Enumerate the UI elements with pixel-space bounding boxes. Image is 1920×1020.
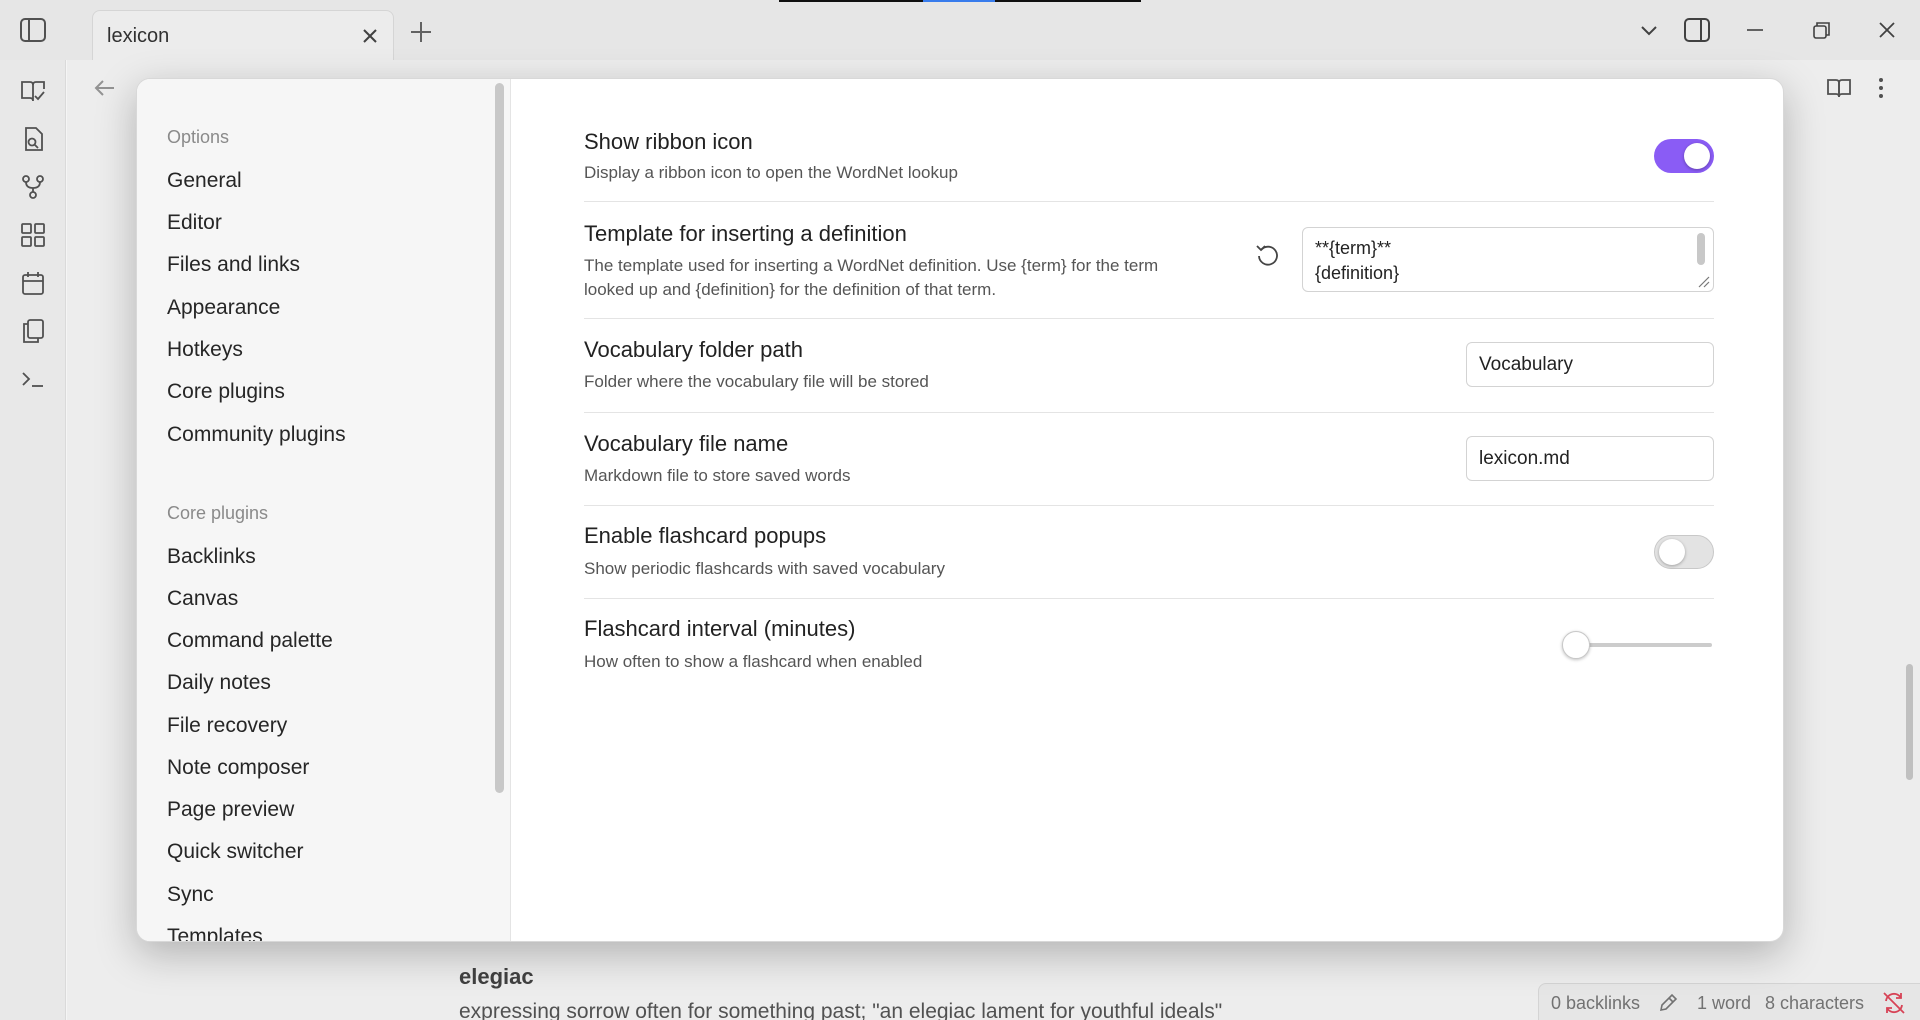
setting-vocabulary-folder-path: Vocabulary folder path Folder where the … <box>584 319 1714 413</box>
nav-item-templates[interactable]: Templates <box>167 925 263 941</box>
setting-description: Display a ribbon icon to open the WordNe… <box>584 163 958 182</box>
nav-header-core-plugins: Core plugins <box>167 503 269 523</box>
setting-vocabulary-file-name: Vocabulary file name Markdown file to st… <box>584 413 1714 506</box>
nav-item-backlinks[interactable]: Backlinks <box>167 545 256 569</box>
slider-thumb[interactable] <box>1562 631 1590 659</box>
template-line: **{term}** <box>1315 238 1392 258</box>
nav-item-sync[interactable]: Sync <box>167 883 214 907</box>
ribbon-icon-toggle[interactable] <box>1654 139 1714 173</box>
nav-item-community-plugins[interactable]: Community plugins <box>167 423 346 447</box>
setting-flashcard-interval: Flashcard interval (minutes) How often t… <box>584 599 1714 691</box>
nav-item-appearance[interactable]: Appearance <box>167 296 280 320</box>
setting-description: The template used for inserting a WordNe… <box>584 254 1158 302</box>
setting-definition-template: Template for inserting a definition The … <box>584 202 1714 319</box>
template-line: {definition} <box>1315 263 1400 283</box>
nav-item-core-plugins[interactable]: Core plugins <box>167 380 285 404</box>
nav-item-editor[interactable]: Editor <box>167 211 222 235</box>
nav-item-general[interactable]: General <box>167 169 242 193</box>
nav-item-note-composer[interactable]: Note composer <box>167 756 309 780</box>
nav-item-page-preview[interactable]: Page preview <box>167 798 294 822</box>
reset-default-icon[interactable] <box>1254 241 1282 269</box>
settings-nav: Options General Editor Files and links A… <box>137 79 511 941</box>
setting-description: How often to show a flashcard when enabl… <box>584 652 923 671</box>
nav-header-options: Options <box>167 127 230 147</box>
flashcard-popups-toggle[interactable] <box>1654 535 1714 569</box>
toggle-knob <box>1659 539 1685 565</box>
setting-enable-flashcard-popups: Enable flashcard popups Show periodic fl… <box>584 506 1714 599</box>
setting-name: Vocabulary folder path <box>584 337 803 362</box>
setting-name: Template for inserting a definition <box>584 221 907 246</box>
nav-item-canvas[interactable]: Canvas <box>167 587 238 611</box>
setting-name: Flashcard interval (minutes) <box>584 616 856 641</box>
nav-item-daily-notes[interactable]: Daily notes <box>167 671 271 695</box>
setting-name: Enable flashcard popups <box>584 523 827 548</box>
nav-item-file-recovery[interactable]: File recovery <box>167 714 287 738</box>
resize-grip-icon[interactable] <box>1696 274 1710 288</box>
nav-item-hotkeys[interactable]: Hotkeys <box>167 338 243 362</box>
setting-name: Show ribbon icon <box>584 129 753 154</box>
vocabulary-folder-input[interactable] <box>1466 342 1714 387</box>
vocabulary-file-input[interactable] <box>1466 436 1714 481</box>
settings-content: Show ribbon icon Display a ribbon icon t… <box>512 79 1783 941</box>
setting-show-ribbon-icon: Show ribbon icon Display a ribbon icon t… <box>584 119 1714 202</box>
nav-item-files-and-links[interactable]: Files and links <box>167 253 300 277</box>
setting-description-line: The template used for inserting a WordNe… <box>584 256 1159 275</box>
setting-description: Show periodic flashcards with saved voca… <box>584 559 945 578</box>
nav-item-quick-switcher[interactable]: Quick switcher <box>167 840 304 864</box>
definition-template-textarea[interactable]: **{term}** {definition} <box>1302 227 1714 292</box>
textarea-scrollbar[interactable] <box>1697 233 1705 265</box>
toggle-knob <box>1684 143 1710 169</box>
nav-item-command-palette[interactable]: Command palette <box>167 629 333 653</box>
setting-description-line: looked up and {definition} for the defin… <box>584 280 997 299</box>
setting-description: Folder where the vocabulary file will be… <box>584 372 929 391</box>
setting-description: Markdown file to store saved words <box>584 466 851 485</box>
setting-name: Vocabulary file name <box>584 431 789 456</box>
nav-scrollbar[interactable] <box>495 83 504 793</box>
settings-modal: Options General Editor Files and links A… <box>136 78 1784 942</box>
